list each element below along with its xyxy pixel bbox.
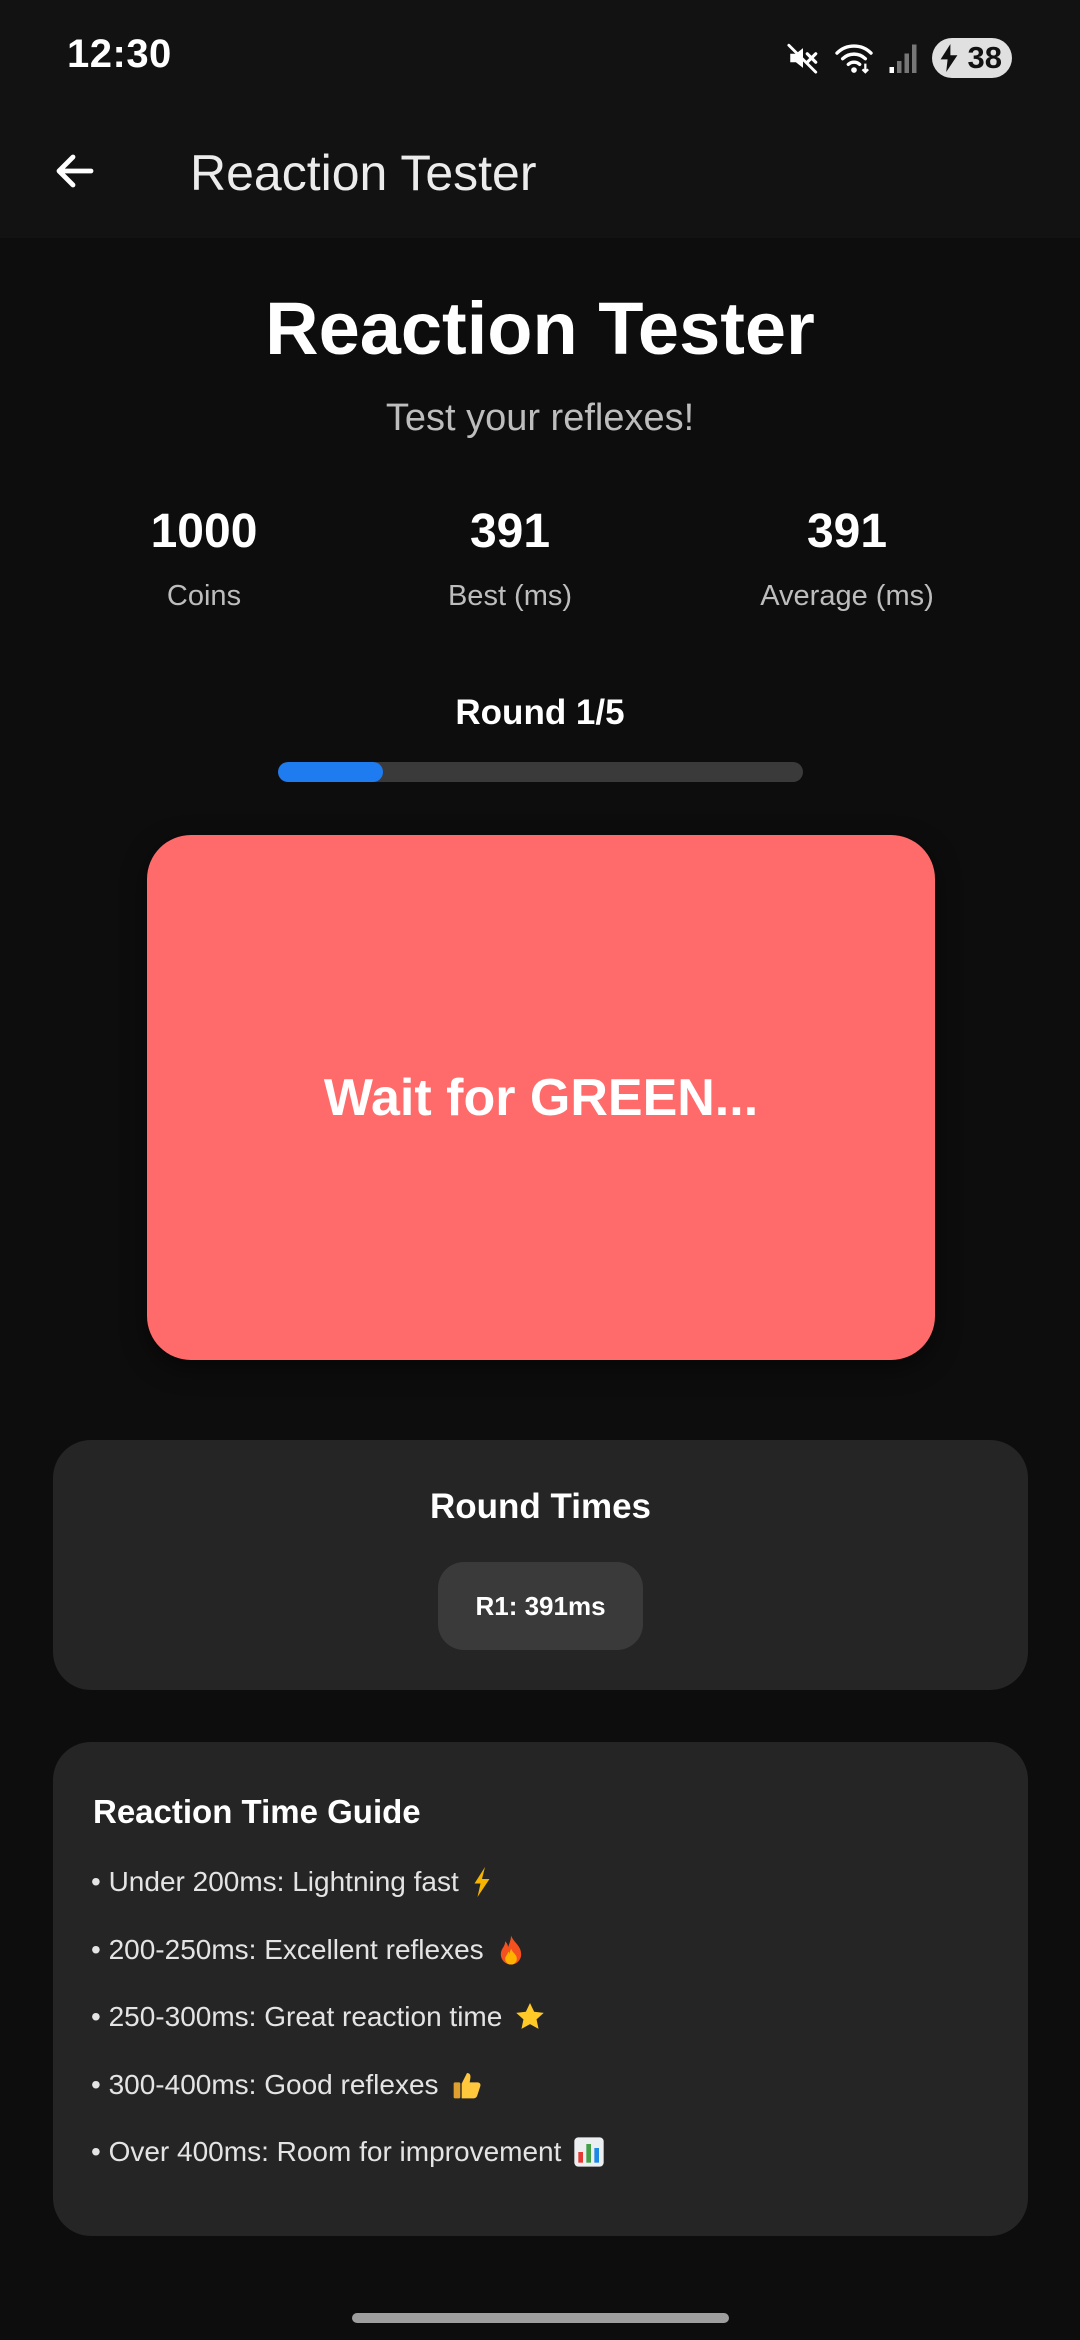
- mute-icon: [786, 41, 820, 75]
- stat-label: Coins: [166, 580, 242, 612]
- guide-item-text: • Under 200ms: Lightning fast: [91, 1866, 459, 1897]
- page-subtitle: Test your reflexes!: [385, 397, 695, 439]
- round-time-chip: R1: 391ms: [438, 1562, 643, 1650]
- guide-item-text: • 200-250ms: Excellent reflexes: [91, 1933, 484, 1965]
- list-item: • 200-250ms: Excellent reflexes: [91, 1932, 605, 2000]
- battery-level: 38: [967, 40, 1002, 75]
- list-item: • 250-300ms: Great reaction time: [91, 1999, 605, 2067]
- fire-icon: [496, 1932, 526, 1968]
- page-title: Reaction Tester: [265, 287, 815, 370]
- back-arrow-icon[interactable]: [46, 142, 104, 200]
- wifi-icon: [834, 41, 874, 75]
- screen: 12:30 38 Reaction Tester Reaction Tester…: [0, 0, 1080, 2340]
- bar-chart-icon: [573, 2134, 605, 2170]
- stat-value: 391: [469, 505, 551, 558]
- list-item: • Over 400ms: Room for improvement: [91, 2134, 605, 2202]
- status-icons: 38: [786, 36, 1012, 80]
- list-item: • Under 200ms: Lightning fast: [91, 1864, 605, 1932]
- round-progress-bar: [278, 762, 803, 782]
- battery-charging-icon: 38: [932, 38, 1012, 78]
- signal-icon: [888, 41, 918, 75]
- lightning-icon: [471, 1864, 493, 1900]
- guide-item-text: • 300-400ms: Good reflexes: [91, 2068, 439, 2100]
- status-bar: 12:30 38: [0, 0, 1080, 120]
- round-label: Round 1/5: [455, 693, 625, 732]
- stat-label: Best (ms): [447, 580, 573, 612]
- stat-average: 391 Average (ms): [697, 500, 997, 614]
- guide-item-text: • 250-300ms: Great reaction time: [91, 2001, 503, 2032]
- reaction-pad[interactable]: Wait for GREEN...: [147, 835, 935, 1360]
- round-times-title: Round Times: [429, 1487, 652, 1526]
- thumbs-up-icon: [451, 2067, 483, 2103]
- guide-list: • Under 200ms: Lightning fast • 200-250m…: [91, 1864, 605, 2202]
- list-item: • 300-400ms: Good reflexes: [91, 2067, 605, 2135]
- guide-title: Reaction Time Guide: [93, 1793, 421, 1830]
- guide-item-text: • Over 400ms: Room for improvement: [91, 2136, 562, 2167]
- reaction-prompt: Wait for GREEN...: [323, 1068, 759, 1127]
- reaction-guide-card: Reaction Time Guide • Under 200ms: Light…: [53, 1742, 1028, 2236]
- app-bar: Reaction Tester: [0, 120, 1080, 238]
- status-time: 12:30: [67, 32, 172, 76]
- stat-coins: 1000 Coins: [54, 500, 354, 614]
- stat-value: 1000: [150, 505, 258, 558]
- app-bar-title: Reaction Tester: [190, 145, 537, 201]
- home-indicator[interactable]: [352, 2313, 729, 2323]
- stat-best: 391 Best (ms): [360, 500, 660, 614]
- star-icon: [514, 1999, 546, 2035]
- round-progress-fill: [278, 762, 383, 782]
- round-times-card: Round Times R1: 391ms: [53, 1440, 1028, 1690]
- stat-value: 391: [806, 505, 888, 558]
- stat-label: Average (ms): [760, 580, 934, 612]
